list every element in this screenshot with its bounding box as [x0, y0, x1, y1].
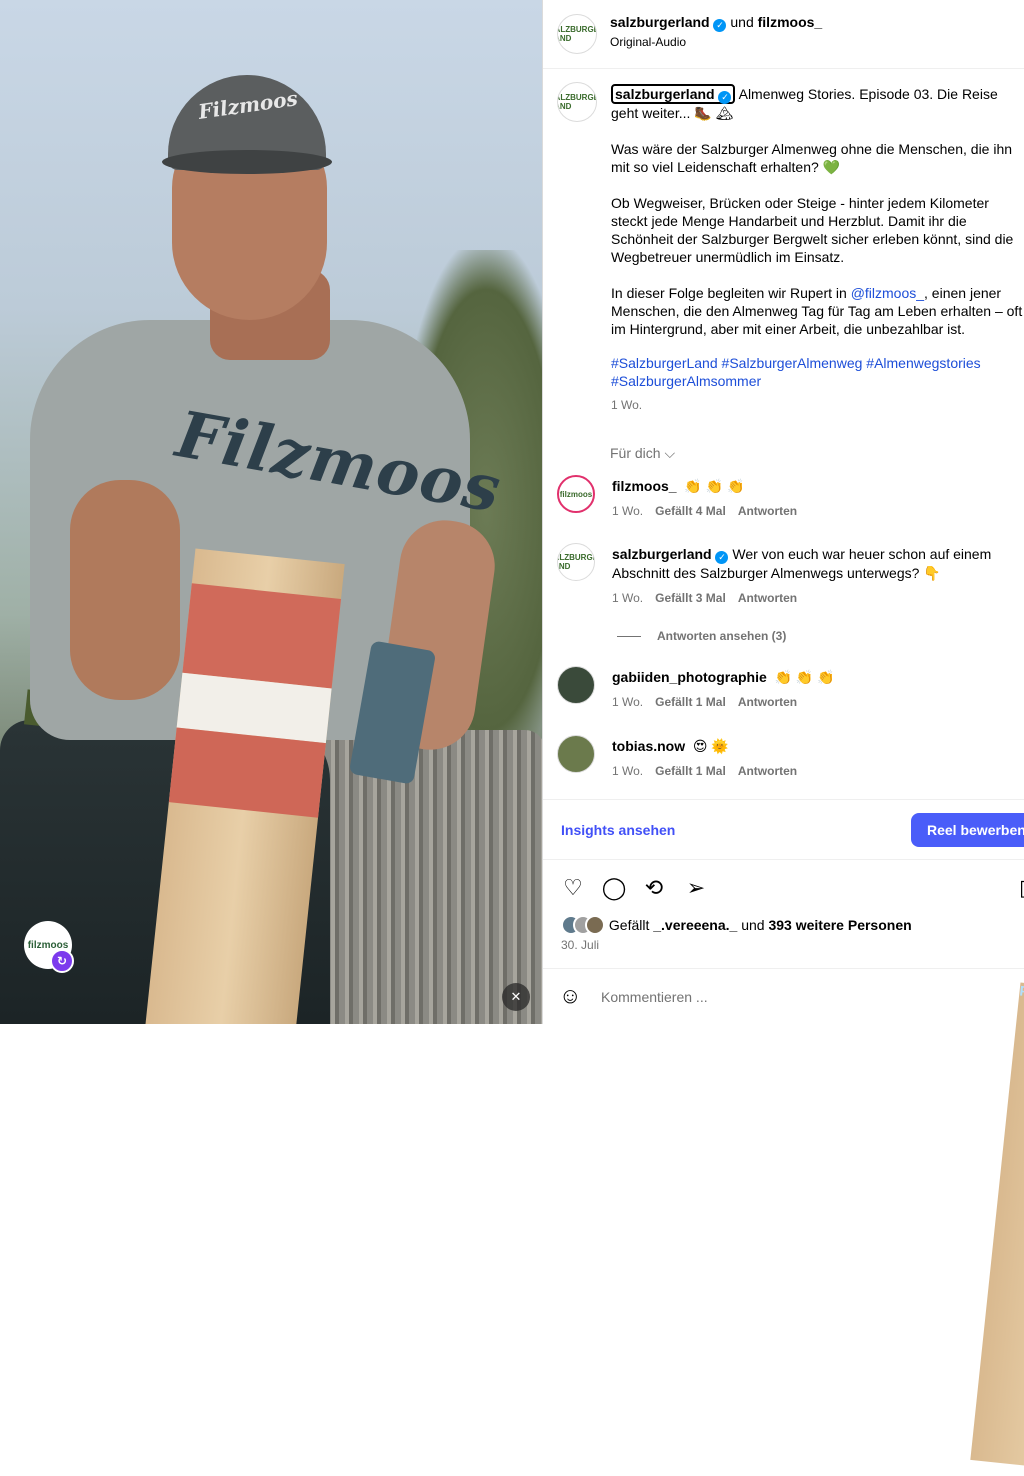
header-collaborator-link[interactable]: filzmoos_: [758, 14, 823, 30]
comment-input[interactable]: [601, 989, 961, 1005]
action-bar: ♡ ◯ ⟲ ➢ ▯: [543, 866, 1024, 910]
liker-username[interactable]: _.vereeena._: [653, 917, 737, 933]
view-replies-label: Antworten ansehen (3): [657, 629, 787, 643]
caption-p3-before: In dieser Folge begleiten wir Rupert in: [611, 285, 851, 301]
comment-likes[interactable]: Gefällt 3 Mal: [655, 591, 726, 605]
caption-avatar-label: SALZBURGER LAND: [558, 93, 596, 111]
replies-dash: [617, 636, 641, 638]
chevron-down-icon: ⌵: [664, 445, 676, 461]
post-red-stripe-bottom: [168, 727, 326, 818]
insights-link[interactable]: Insights ansehen: [561, 822, 675, 838]
comment-username[interactable]: filzmoos_: [612, 478, 677, 494]
hashtag-link[interactable]: #SalzburgerAlmsommer: [611, 373, 761, 389]
reply-button[interactable]: Antworten: [738, 695, 797, 709]
comment-time: 1 Wo.: [612, 591, 644, 605]
for-you-label: Für dich: [610, 445, 661, 461]
video-owner-avatar[interactable]: filzmoos ↻: [24, 921, 74, 973]
caption-paragraph-1: Was wäre der Salzburger Almenweg ohne di…: [611, 141, 1013, 175]
caption-paragraph-3: In dieser Folge begleiten wir Rupert in …: [611, 284, 1023, 338]
header-avatar[interactable]: SALZBURGER LAND: [557, 14, 597, 54]
reel-video[interactable]: Filzmoos Filzmoos filzmoos ↻ ✕: [0, 0, 542, 1024]
post-header: SALZBURGER LAND salzburgerland ✓ und fil…: [543, 0, 1024, 69]
hashtag-link[interactable]: #SalzburgerAlmenweg: [722, 355, 863, 371]
person-arm-left: [70, 480, 180, 700]
caption-username-text: salzburgerland: [615, 86, 715, 102]
view-replies-button[interactable]: Antworten ansehen (3): [617, 629, 786, 643]
comment-avatar[interactable]: filzmoos: [557, 475, 595, 513]
for-you-toggle[interactable]: Für dich ⌵: [610, 445, 675, 462]
likes-others[interactable]: 393 weitere Personen: [768, 917, 911, 933]
caption-username[interactable]: salzburgerland ✓: [611, 84, 736, 104]
comment-likes[interactable]: Gefällt 1 Mal: [655, 764, 726, 778]
comment-username[interactable]: salzburgerland: [612, 546, 712, 562]
comment-time: 1 Wo.: [612, 504, 644, 518]
likes-middle: und: [741, 917, 765, 933]
verified-icon: ✓: [718, 91, 732, 104]
remix-icon: ↻: [50, 949, 74, 973]
header-avatar-label: SALZBURGER LAND: [558, 25, 596, 43]
comment-avatar-label: filzmoos: [559, 489, 593, 499]
caption: salzburgerland ✓ Almenweg Stories. Episo…: [611, 84, 1023, 414]
post-red-stripe-top: [182, 583, 342, 689]
header-connector: und: [730, 14, 754, 30]
reply-button[interactable]: Antworten: [738, 591, 797, 605]
verified-icon: ✓: [713, 19, 727, 32]
comment-text: 😍 🌞: [692, 738, 729, 754]
liker-avatar: [585, 915, 605, 935]
emoji-icon[interactable]: ☺: [559, 983, 581, 1009]
share-icon[interactable]: ➢: [682, 874, 710, 902]
caption-paragraph-2: Ob Wegweiser, Brücken oder Steige - hint…: [611, 195, 1014, 265]
comment-likes[interactable]: Gefällt 4 Mal: [655, 504, 726, 518]
cap-brim: [162, 150, 332, 174]
comment-avatar[interactable]: SALZBURGER LAND: [557, 543, 595, 581]
hashtag-link[interactable]: #SalzburgerLand: [611, 355, 718, 371]
header-accounts: salzburgerland ✓ und filzmoos_: [610, 14, 822, 32]
comment-username[interactable]: gabiiden_photographie: [612, 669, 767, 685]
verified-icon: ✓: [715, 551, 729, 564]
post-comment-button[interactable]: Posten: [970, 982, 1024, 1476]
bookmark-icon[interactable]: ▯: [1011, 874, 1024, 902]
caption-avatar[interactable]: SALZBURGER LAND: [557, 82, 597, 122]
comment-time: 1 Wo.: [612, 695, 644, 709]
comments-scroll-area[interactable]: SALZBURGER LAND salzburgerland ✓ Almenwe…: [543, 69, 1024, 799]
comment-likes[interactable]: Gefällt 1 Mal: [655, 695, 726, 709]
caption-time: 1 Wo.: [611, 398, 643, 412]
reply-button[interactable]: Antworten: [738, 504, 797, 518]
comment-avatar[interactable]: [557, 735, 595, 773]
post-panel: SALZBURGER LAND salzburgerland ✓ und fil…: [542, 0, 1024, 1476]
comment-avatar[interactable]: [557, 666, 595, 704]
post-date: 30. Juli: [561, 938, 600, 952]
header-account-link[interactable]: salzburgerland: [610, 14, 710, 30]
repost-icon[interactable]: ⟲: [640, 874, 668, 902]
comment-text: 👏 👏 👏: [774, 669, 835, 685]
hashtags: #SalzburgerLand #SalzburgerAlmenweg #Alm…: [611, 354, 1023, 390]
insights-bar: Insights ansehen Reel bewerben: [543, 799, 1024, 860]
comment-username[interactable]: tobias.now: [612, 738, 685, 754]
audio-link[interactable]: Original-Audio: [610, 35, 686, 49]
comment-time: 1 Wo.: [612, 764, 644, 778]
likes-prefix: Gefällt: [608, 917, 650, 933]
comment-avatar-label: SALZBURGER LAND: [558, 553, 594, 571]
heart-icon[interactable]: ♡: [559, 874, 587, 902]
mute-icon[interactable]: ✕: [502, 983, 530, 1011]
add-comment-bar: ☺ Posten: [543, 968, 1024, 1476]
likes-summary[interactable]: Gefällt _.vereeena._ und 393 weitere Per…: [561, 915, 912, 935]
reply-button[interactable]: Antworten: [738, 764, 797, 778]
mention-link[interactable]: @filzmoos_: [851, 285, 924, 301]
comment-icon[interactable]: ◯: [600, 874, 628, 902]
promote-reel-button[interactable]: Reel bewerben: [911, 813, 1024, 847]
comment-text: 👏 👏 👏: [684, 478, 745, 494]
hashtag-link[interactable]: #Almenwegstories: [866, 355, 980, 371]
